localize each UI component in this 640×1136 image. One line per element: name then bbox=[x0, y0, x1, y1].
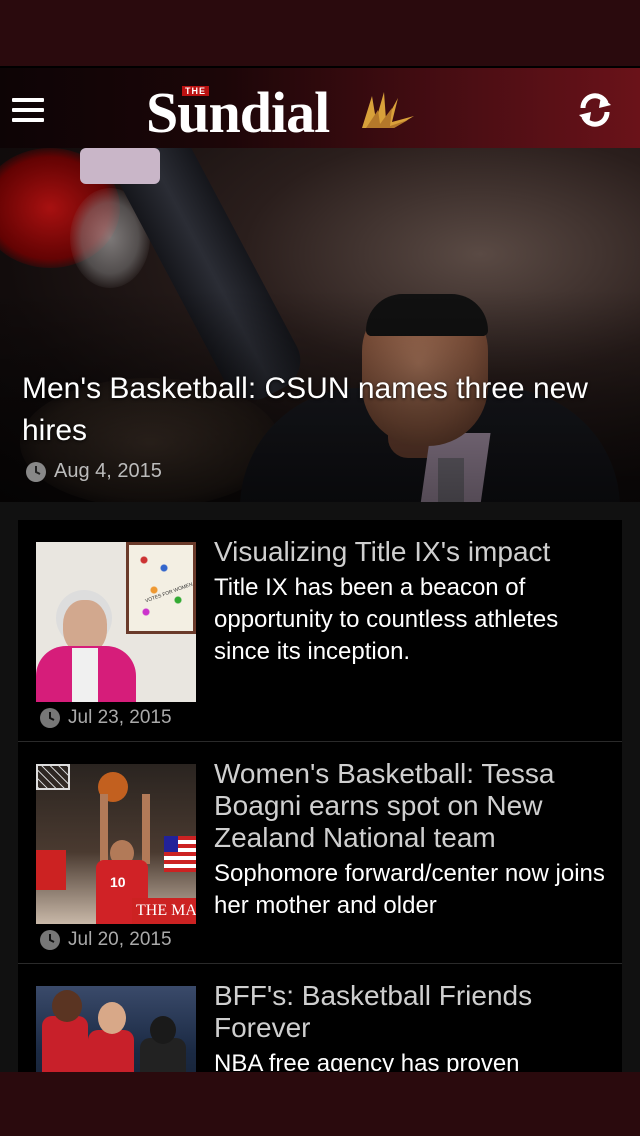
article-title[interactable]: Visualizing Title IX's impact bbox=[214, 536, 610, 568]
list-item[interactable]: 10 THE MA Women's Basketball: Tessa Boag… bbox=[18, 742, 622, 964]
article-list-area: VOTES FOR WOMEN Visualizing Title IX's i… bbox=[0, 502, 640, 1072]
article-date-text: Jul 20, 2015 bbox=[68, 929, 172, 950]
featured-date-text: Aug 4, 2015 bbox=[54, 460, 162, 482]
list-item[interactable]: BFF's: Basketball Friends Forever NBA fr… bbox=[18, 964, 622, 1072]
system-nav-bar bbox=[0, 1072, 640, 1136]
article-date: Jul 20, 2015 bbox=[40, 929, 172, 951]
article-thumbnail: 10 THE MA bbox=[36, 764, 196, 924]
article-date-text: Jul 23, 2015 bbox=[68, 707, 172, 728]
article-thumbnail bbox=[36, 986, 196, 1072]
list-item[interactable]: VOTES FOR WOMEN Visualizing Title IX's i… bbox=[18, 520, 622, 742]
article-excerpt: Sophomore forward/center now joins her m… bbox=[214, 860, 605, 919]
status-bar bbox=[0, 0, 640, 66]
article-thumbnail: VOTES FOR WOMEN bbox=[36, 542, 196, 702]
logo-the: THE bbox=[182, 86, 209, 96]
article-title[interactable]: Women's Basketball: Tessa Boagni earns s… bbox=[214, 758, 610, 854]
article-title[interactable]: BFF's: Basketball Friends Forever bbox=[214, 980, 610, 1044]
article-excerpt: NBA free agency has proven bbox=[214, 1050, 520, 1072]
article-excerpt: Title IX has been a beacon of opportunit… bbox=[214, 574, 559, 665]
clock-icon bbox=[26, 461, 46, 482]
featured-article-date: Aug 4, 2015 bbox=[26, 460, 162, 483]
logo-wordmark: Sundial bbox=[146, 80, 330, 145]
app-bar: Sundial THE bbox=[0, 66, 640, 148]
refresh-icon[interactable] bbox=[575, 90, 615, 130]
featured-article-title[interactable]: Men's Basketball: CSUN names three new h… bbox=[22, 368, 612, 452]
thumbnail-banner: THE MA bbox=[132, 898, 196, 924]
sun-rays-icon bbox=[362, 92, 414, 128]
hamburger-menu-icon[interactable] bbox=[12, 98, 44, 122]
article-list[interactable]: VOTES FOR WOMEN Visualizing Title IX's i… bbox=[18, 520, 622, 1072]
thumbnail-jersey-number: 10 bbox=[110, 874, 126, 890]
sundial-logo: Sundial THE bbox=[146, 76, 416, 142]
clock-icon bbox=[40, 708, 60, 728]
clock-icon bbox=[40, 930, 60, 950]
article-date: Jul 23, 2015 bbox=[40, 707, 172, 729]
